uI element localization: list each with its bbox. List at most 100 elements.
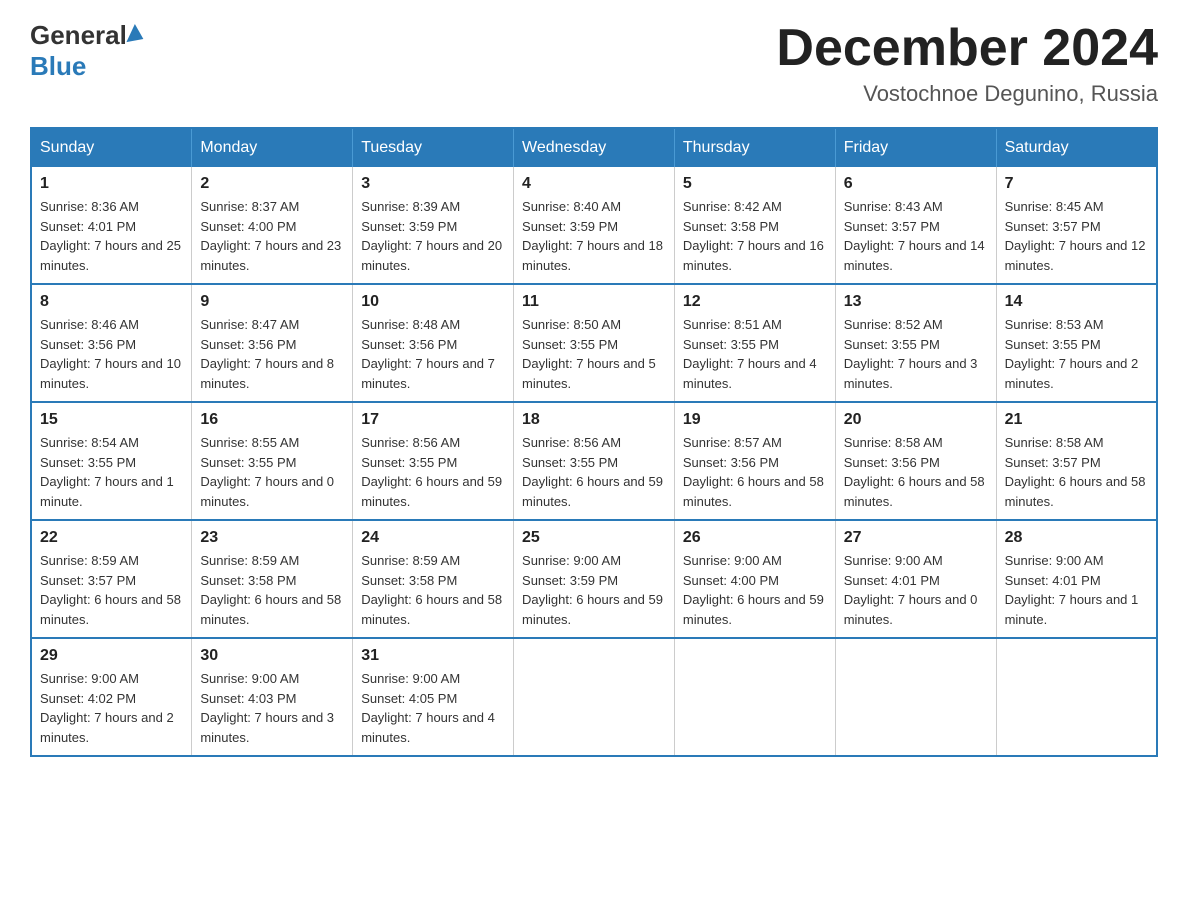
calendar-cell: 7 Sunrise: 8:45 AMSunset: 3:57 PMDaylight… [996,167,1157,284]
day-info: Sunrise: 8:50 AMSunset: 3:55 PMDaylight:… [522,315,666,393]
month-title: December 2024 [776,20,1158,77]
logo: General Blue [30,20,144,82]
calendar-cell: 22 Sunrise: 8:59 AMSunset: 3:57 PMDayligh… [31,520,192,638]
day-number: 18 [522,411,666,429]
day-info: Sunrise: 8:46 AMSunset: 3:56 PMDaylight:… [40,315,183,393]
day-number: 28 [1005,529,1148,547]
day-info: Sunrise: 8:40 AMSunset: 3:59 PMDaylight:… [522,197,666,275]
calendar-table: SundayMondayTuesdayWednesdayThursdayFrid… [30,127,1158,757]
day-info: Sunrise: 8:58 AMSunset: 3:57 PMDaylight:… [1005,433,1148,511]
day-number: 8 [40,293,183,311]
day-number: 23 [200,529,344,547]
day-number: 15 [40,411,183,429]
day-info: Sunrise: 8:42 AMSunset: 3:58 PMDaylight:… [683,197,827,275]
calendar-header-wednesday: Wednesday [514,128,675,167]
day-number: 19 [683,411,827,429]
calendar-week-row: 8 Sunrise: 8:46 AMSunset: 3:56 PMDaylight… [31,284,1157,402]
logo-general: General [30,20,144,51]
day-number: 31 [361,647,505,665]
day-info: Sunrise: 8:55 AMSunset: 3:55 PMDaylight:… [200,433,344,511]
day-info: Sunrise: 8:45 AMSunset: 3:57 PMDaylight:… [1005,197,1148,275]
day-number: 22 [40,529,183,547]
day-number: 16 [200,411,344,429]
calendar-cell: 31 Sunrise: 9:00 AMSunset: 4:05 PMDayligh… [353,638,514,756]
day-number: 12 [683,293,827,311]
day-number: 1 [40,175,183,193]
calendar-header-monday: Monday [192,128,353,167]
calendar-cell: 23 Sunrise: 8:59 AMSunset: 3:58 PMDayligh… [192,520,353,638]
day-number: 30 [200,647,344,665]
day-number: 14 [1005,293,1148,311]
calendar-cell: 16 Sunrise: 8:55 AMSunset: 3:55 PMDayligh… [192,402,353,520]
calendar-cell: 5Sunrise: 8:42 AMSunset: 3:58 PMDaylight… [674,167,835,284]
logo-blue: Blue [30,51,144,82]
logo-arrow-icon [126,23,147,47]
calendar-cell: 18Sunrise: 8:56 AMSunset: 3:55 PMDayligh… [514,402,675,520]
location: Vostochnoe Degunino, Russia [776,81,1158,107]
day-number: 29 [40,647,183,665]
day-info: Sunrise: 8:52 AMSunset: 3:55 PMDaylight:… [844,315,988,393]
calendar-cell: 20Sunrise: 8:58 AMSunset: 3:56 PMDayligh… [835,402,996,520]
day-info: Sunrise: 8:53 AMSunset: 3:55 PMDaylight:… [1005,315,1148,393]
day-number: 10 [361,293,505,311]
day-number: 27 [844,529,988,547]
calendar-header-row: SundayMondayTuesdayWednesdayThursdayFrid… [31,128,1157,167]
calendar-week-row: 22 Sunrise: 8:59 AMSunset: 3:57 PMDayligh… [31,520,1157,638]
day-number: 17 [361,411,505,429]
calendar-week-row: 15 Sunrise: 8:54 AMSunset: 3:55 PMDayligh… [31,402,1157,520]
calendar-cell: 25 Sunrise: 9:00 AMSunset: 3:59 PMDayligh… [514,520,675,638]
title-section: December 2024 Vostochnoe Degunino, Russi… [776,20,1158,107]
day-number: 25 [522,529,666,547]
calendar-cell: 26Sunrise: 9:00 AMSunset: 4:00 PMDayligh… [674,520,835,638]
day-info: Sunrise: 8:57 AMSunset: 3:56 PMDaylight:… [683,433,827,511]
calendar-cell: 28Sunrise: 9:00 AMSunset: 4:01 PMDayligh… [996,520,1157,638]
day-number: 6 [844,175,988,193]
calendar-cell: 29 Sunrise: 9:00 AMSunset: 4:02 PMDayligh… [31,638,192,756]
calendar-cell [835,638,996,756]
calendar-header-saturday: Saturday [996,128,1157,167]
day-info: Sunrise: 8:59 AMSunset: 3:58 PMDaylight:… [200,551,344,629]
calendar-cell: 17 Sunrise: 8:56 AMSunset: 3:55 PMDayligh… [353,402,514,520]
calendar-cell: 19 Sunrise: 8:57 AMSunset: 3:56 PMDayligh… [674,402,835,520]
day-info: Sunrise: 8:43 AMSunset: 3:57 PMDaylight:… [844,197,988,275]
calendar-header-friday: Friday [835,128,996,167]
day-info: Sunrise: 8:39 AMSunset: 3:59 PMDaylight:… [361,197,505,275]
day-info: Sunrise: 8:51 AMSunset: 3:55 PMDaylight:… [683,315,827,393]
calendar-cell: 27 Sunrise: 9:00 AMSunset: 4:01 PMDayligh… [835,520,996,638]
day-info: Sunrise: 8:47 AMSunset: 3:56 PMDaylight:… [200,315,344,393]
day-info: Sunrise: 8:48 AMSunset: 3:56 PMDaylight:… [361,315,505,393]
calendar-cell: 9 Sunrise: 8:47 AMSunset: 3:56 PMDaylight… [192,284,353,402]
day-number: 4 [522,175,666,193]
calendar-cell: 13Sunrise: 8:52 AMSunset: 3:55 PMDayligh… [835,284,996,402]
calendar-cell [996,638,1157,756]
calendar-cell [514,638,675,756]
calendar-cell: 3 Sunrise: 8:39 AMSunset: 3:59 PMDaylight… [353,167,514,284]
day-info: Sunrise: 9:00 AMSunset: 4:02 PMDaylight:… [40,669,183,747]
day-number: 21 [1005,411,1148,429]
calendar-cell: 30 Sunrise: 9:00 AMSunset: 4:03 PMDayligh… [192,638,353,756]
calendar-cell: 11Sunrise: 8:50 AMSunset: 3:55 PMDayligh… [514,284,675,402]
day-number: 2 [200,175,344,193]
page-header: General Blue December 2024 Vostochnoe De… [30,20,1158,107]
day-info: Sunrise: 9:00 AMSunset: 3:59 PMDaylight:… [522,551,666,629]
calendar-cell: 15 Sunrise: 8:54 AMSunset: 3:55 PMDayligh… [31,402,192,520]
calendar-cell: 4 Sunrise: 8:40 AMSunset: 3:59 PMDaylight… [514,167,675,284]
calendar-header-sunday: Sunday [31,128,192,167]
calendar-cell: 12 Sunrise: 8:51 AMSunset: 3:55 PMDayligh… [674,284,835,402]
day-info: Sunrise: 8:58 AMSunset: 3:56 PMDaylight:… [844,433,988,511]
day-number: 9 [200,293,344,311]
calendar-cell: 2 Sunrise: 8:37 AMSunset: 4:00 PMDaylight… [192,167,353,284]
calendar-cell: 1 Sunrise: 8:36 AMSunset: 4:01 PMDaylight… [31,167,192,284]
day-info: Sunrise: 8:37 AMSunset: 4:00 PMDaylight:… [200,197,344,275]
day-number: 3 [361,175,505,193]
day-info: Sunrise: 9:00 AMSunset: 4:03 PMDaylight:… [200,669,344,747]
day-info: Sunrise: 8:59 AMSunset: 3:57 PMDaylight:… [40,551,183,629]
day-info: Sunrise: 8:56 AMSunset: 3:55 PMDaylight:… [361,433,505,511]
day-info: Sunrise: 8:36 AMSunset: 4:01 PMDaylight:… [40,197,183,275]
calendar-cell: 6 Sunrise: 8:43 AMSunset: 3:57 PMDaylight… [835,167,996,284]
day-info: Sunrise: 9:00 AMSunset: 4:01 PMDaylight:… [844,551,988,629]
day-number: 7 [1005,175,1148,193]
day-info: Sunrise: 8:54 AMSunset: 3:55 PMDaylight:… [40,433,183,511]
day-info: Sunrise: 8:59 AMSunset: 3:58 PMDaylight:… [361,551,505,629]
day-info: Sunrise: 9:00 AMSunset: 4:05 PMDaylight:… [361,669,505,747]
